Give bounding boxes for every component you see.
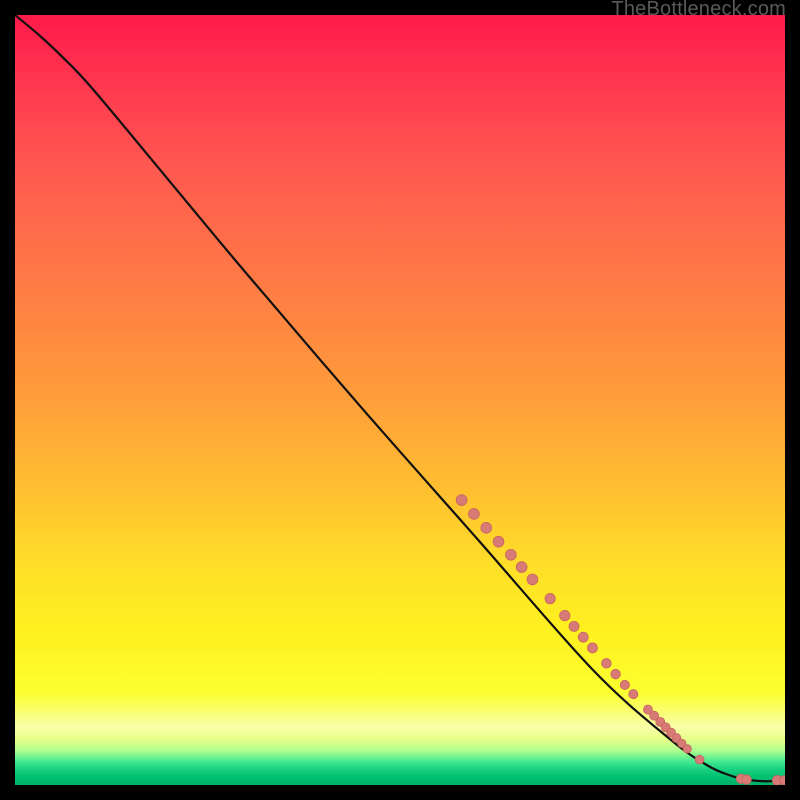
- data-dot: [602, 659, 612, 669]
- data-dot: [620, 680, 629, 689]
- data-dot: [527, 574, 538, 585]
- data-dot: [456, 495, 467, 506]
- bottleneck-curve: [15, 15, 785, 781]
- data-dot: [569, 621, 579, 631]
- data-dots-group: [456, 495, 785, 785]
- data-dot: [695, 755, 704, 764]
- chart-svg: [15, 15, 785, 785]
- data-dot: [516, 562, 527, 573]
- data-dot: [469, 509, 480, 520]
- data-dot: [742, 775, 752, 785]
- data-dot: [505, 549, 516, 560]
- data-dot: [481, 522, 492, 533]
- chart-canvas: TheBottleneck.com: [0, 0, 800, 800]
- data-dot: [545, 593, 555, 603]
- data-dot: [493, 536, 504, 547]
- data-dot: [578, 632, 588, 642]
- data-dot: [683, 745, 691, 753]
- data-dot: [588, 643, 598, 653]
- plot-area: [15, 15, 785, 785]
- data-dot: [560, 610, 570, 620]
- data-dot: [611, 669, 621, 679]
- data-dot: [629, 690, 638, 699]
